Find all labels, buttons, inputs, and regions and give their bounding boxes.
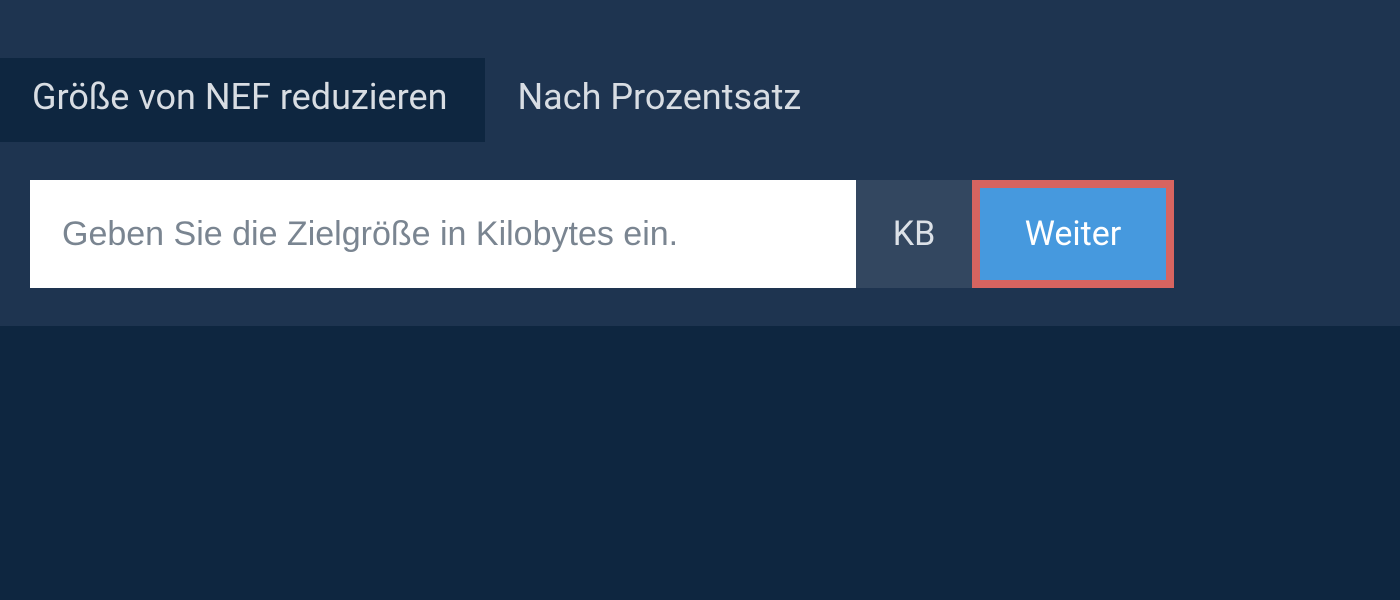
continue-button-label: Weiter bbox=[1025, 214, 1122, 254]
input-row: KB Weiter bbox=[30, 180, 1370, 288]
unit-label: KB bbox=[856, 180, 972, 288]
tab-by-percentage-label: Nach Prozentsatz bbox=[517, 76, 801, 118]
resize-panel: Größe von NEF reduzieren Nach Prozentsat… bbox=[0, 0, 1400, 326]
tab-by-percentage[interactable]: Nach Prozentsatz bbox=[485, 58, 839, 142]
tab-reduce-size-label: Größe von NEF reduzieren bbox=[32, 76, 447, 118]
unit-text: KB bbox=[893, 214, 936, 254]
tab-reduce-size[interactable]: Größe von NEF reduzieren bbox=[0, 58, 485, 142]
tab-bar: Größe von NEF reduzieren Nach Prozentsat… bbox=[0, 0, 1400, 142]
target-size-input[interactable] bbox=[30, 180, 856, 288]
continue-button[interactable]: Weiter bbox=[972, 180, 1174, 288]
